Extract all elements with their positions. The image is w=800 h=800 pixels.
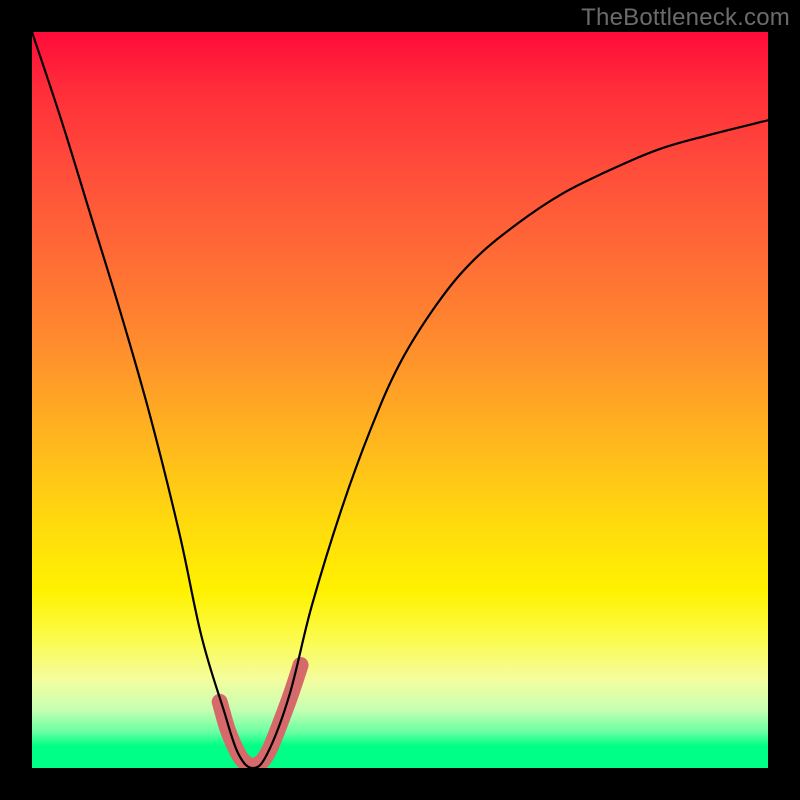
- chart-plot-area: [32, 32, 768, 768]
- bottleneck-curve-path: [32, 32, 768, 768]
- watermark-text: TheBottleneck.com: [581, 4, 790, 32]
- chart-svg: [32, 32, 768, 768]
- minimum-marker-path: [220, 665, 301, 766]
- chart-frame: TheBottleneck.com: [0, 0, 800, 800]
